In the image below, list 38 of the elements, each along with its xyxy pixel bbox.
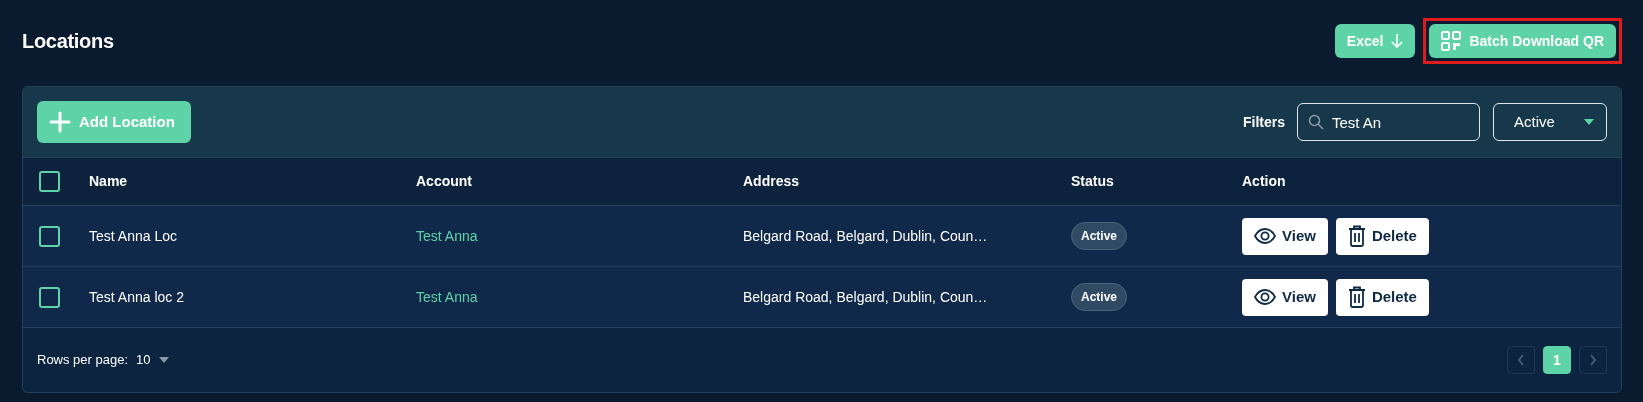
account-link[interactable]: Test Anna: [416, 288, 478, 305]
search-field[interactable]: Test An: [1297, 103, 1480, 141]
chevron-left-icon: [1517, 354, 1525, 366]
down-arrow-icon: [1391, 33, 1404, 49]
checkbox[interactable]: [39, 225, 60, 247]
column-header: Status: [1071, 173, 1114, 189]
plus-icon: [49, 111, 71, 133]
status-select[interactable]: Active: [1493, 103, 1607, 141]
checkbox[interactable]: [39, 286, 60, 308]
column-header: Address: [743, 173, 800, 189]
caret-icon: [1584, 119, 1594, 125]
eye-icon: [1254, 228, 1276, 244]
column-header: Action: [1242, 173, 1286, 189]
status-badge: Active: [1071, 283, 1128, 311]
table-cell: Test Anna loc 2: [89, 288, 184, 305]
qr-code-icon: [1441, 31, 1462, 51]
search-icon: [1308, 114, 1324, 130]
view-button[interactable]: View: [1242, 278, 1328, 316]
table-cell: Belgard Road, Belgard, Dublin, Coun…: [743, 227, 988, 244]
account-link[interactable]: Test Anna: [416, 227, 478, 244]
caret-icon: [158, 357, 169, 363]
rows-per-page-label: Rows per page:: [37, 351, 129, 370]
view-button[interactable]: View: [1242, 217, 1328, 255]
rows-per-page-select[interactable]: 10: [136, 350, 169, 370]
column-header: Account: [416, 173, 472, 189]
checkbox[interactable]: [39, 171, 60, 192]
status-badge: Active: [1071, 222, 1128, 250]
page-title: Locations: [22, 29, 114, 54]
eye-icon: [1254, 289, 1276, 305]
filters-label: Filters: [1243, 112, 1285, 132]
trash-icon: [1347, 286, 1366, 308]
column-header: Name: [89, 173, 128, 189]
table-cell: Test Anna Loc: [89, 227, 177, 244]
chevron-right-icon: [1589, 354, 1597, 366]
delete-button[interactable]: Delete: [1335, 278, 1429, 316]
delete-button[interactable]: Delete: [1335, 217, 1429, 255]
table-cell: Belgard Road, Belgard, Dublin, Coun…: [743, 288, 988, 305]
trash-icon: [1347, 225, 1366, 247]
